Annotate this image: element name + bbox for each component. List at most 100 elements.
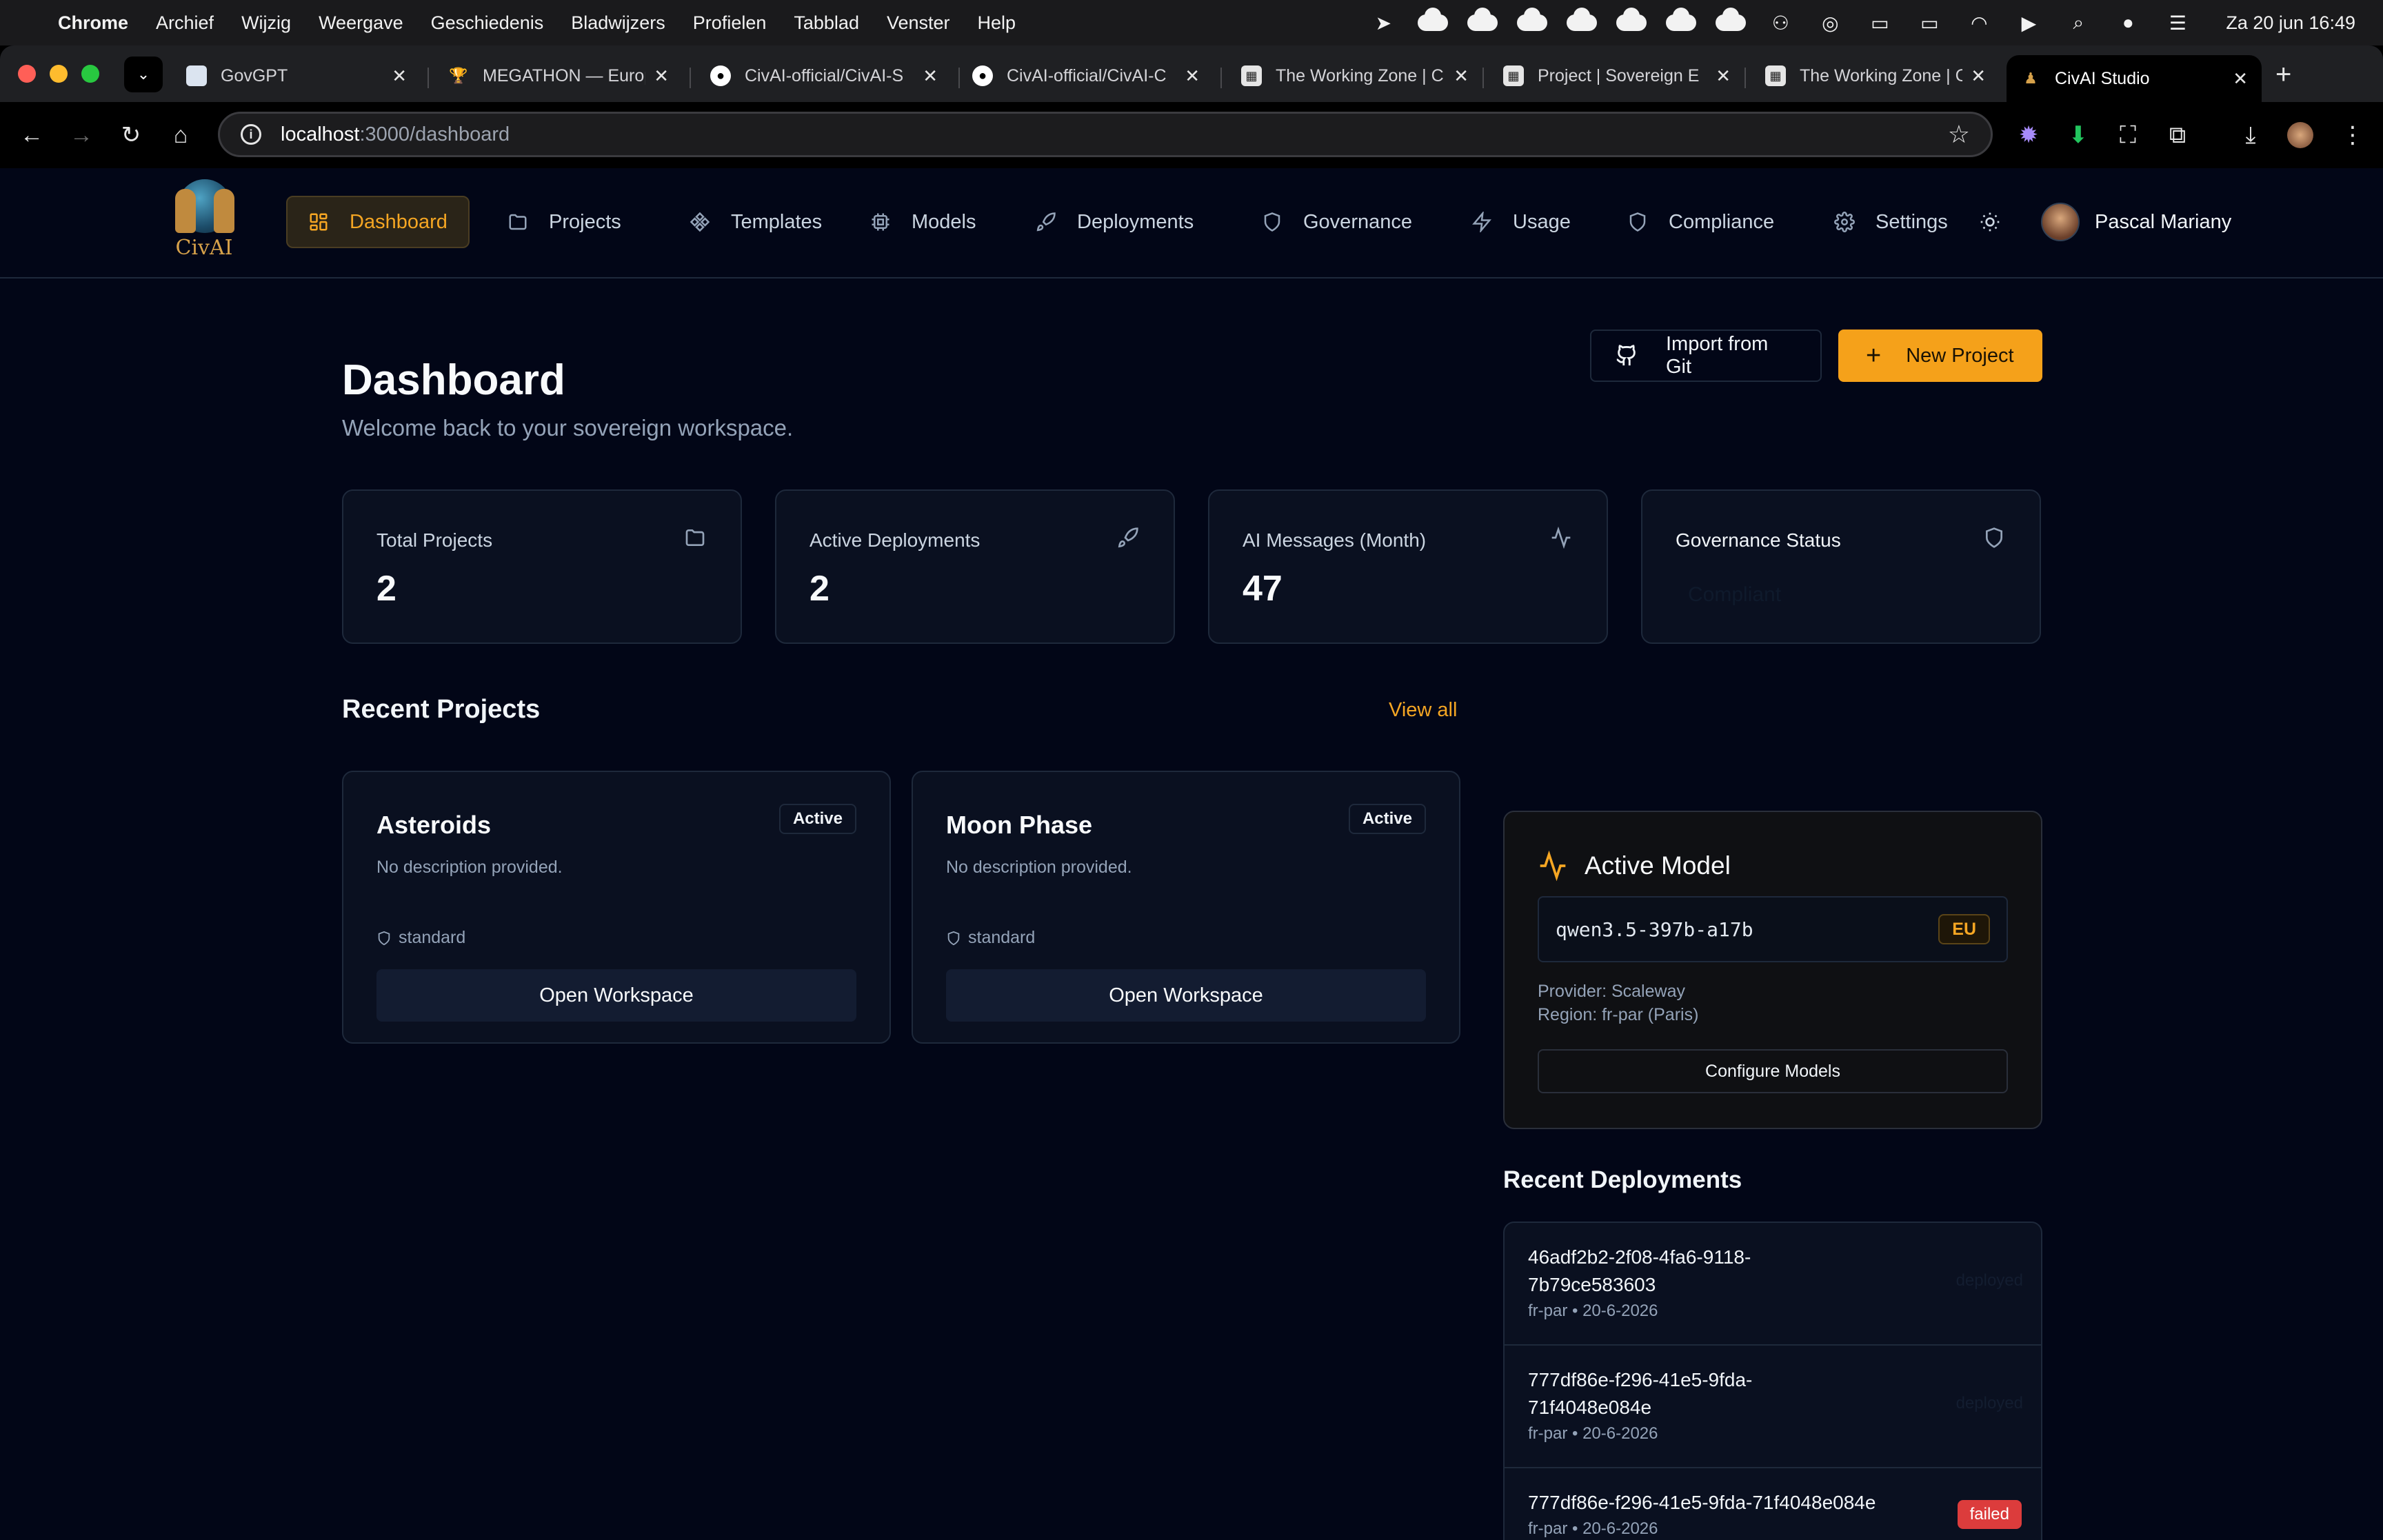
browser-tab[interactable]: ▦ The Working Zone | C ✕ xyxy=(1751,55,2000,97)
cloud-icon[interactable] xyxy=(1567,8,1598,38)
failed-status-badge: failed xyxy=(1957,1500,2022,1529)
nav-item-compliance[interactable]: Compliance xyxy=(1607,196,1795,248)
templates-icon xyxy=(690,212,710,232)
import-from-git-button[interactable]: Import from Git xyxy=(1590,330,1822,382)
browser-tab-active[interactable]: ♟ CivAI Studio ✕ xyxy=(2007,55,2262,102)
menubar-item-profielen[interactable]: Profielen xyxy=(693,12,767,34)
extensions-puzzle-icon[interactable]: ⧉ xyxy=(2161,119,2194,152)
status-badge: Active xyxy=(1348,804,1426,834)
reload-icon[interactable]: ↻ xyxy=(113,117,149,153)
extension-gear-icon[interactable]: ✹ xyxy=(2012,119,2045,152)
zoom-window-button[interactable] xyxy=(81,65,99,83)
nav-item-governance[interactable]: Governance xyxy=(1241,196,1433,248)
active-model-card: Active Model qwen3.5-397b-a17b EU Provid… xyxy=(1503,811,2042,1129)
nav-item-templates[interactable]: Templates xyxy=(669,196,843,248)
theme-toggle-sun-icon[interactable] xyxy=(1976,208,2004,236)
menubar-app-name[interactable]: Chrome xyxy=(58,12,128,34)
nav-item-dashboard[interactable]: Dashboard xyxy=(286,196,470,248)
project-name[interactable]: Moon Phase xyxy=(946,811,1092,840)
close-tab-icon[interactable]: ✕ xyxy=(1454,65,1469,87)
spotlight-search-icon[interactable]: ⌕ xyxy=(2063,8,2093,38)
civai-logo[interactable]: CivAI xyxy=(168,175,240,265)
configure-models-button[interactable]: Configure Models xyxy=(1538,1049,2008,1093)
menubar-item-help[interactable]: Help xyxy=(978,12,1016,34)
shield-icon xyxy=(376,931,392,946)
site-info-icon[interactable]: i xyxy=(241,124,261,145)
browser-tab[interactable]: ● CivAI-official/CivAI-S ✕ xyxy=(696,55,952,97)
menubar-item-wijzig[interactable]: Wijzig xyxy=(241,12,291,34)
cloud-icon[interactable] xyxy=(1467,8,1498,38)
open-workspace-button[interactable]: Open Workspace xyxy=(946,969,1426,1022)
tab-search-chevron-icon[interactable]: ⌄ xyxy=(124,57,163,92)
profile-avatar[interactable] xyxy=(2284,119,2317,152)
display-icon[interactable]: ▭ xyxy=(1864,8,1895,38)
tab-divider xyxy=(1220,68,1222,88)
close-tab-icon[interactable]: ✕ xyxy=(1971,65,1986,87)
close-tab-icon[interactable]: ✕ xyxy=(2233,68,2248,90)
family-sharing-icon[interactable]: ⚇ xyxy=(1765,8,1796,38)
minimize-window-button[interactable] xyxy=(50,65,68,83)
nav-label: Compliance xyxy=(1669,210,1775,233)
browser-tab[interactable]: 🏆 MEGATHON — Europ ✕ xyxy=(434,55,683,97)
close-tab-icon[interactable]: ✕ xyxy=(1185,65,1200,87)
cloud-icon[interactable] xyxy=(1418,8,1449,38)
project-name[interactable]: Asteroids xyxy=(376,811,491,840)
wifi-icon[interactable]: ◠ xyxy=(1964,8,1994,38)
cloud-icon[interactable] xyxy=(1517,8,1548,38)
nav-item-projects[interactable]: Projects xyxy=(487,196,642,248)
view-all-link[interactable]: View all xyxy=(1389,699,1457,722)
nav-item-settings[interactable]: Settings xyxy=(1813,196,1969,248)
browser-menu-icon[interactable]: ⋮ xyxy=(2336,119,2369,152)
siri-icon[interactable]: ● xyxy=(2113,8,2143,38)
browser-window: ⌄ GovGPT ✕ 🏆 MEGATHON — Europ ✕ ● CivAI-… xyxy=(0,45,2383,1540)
deployment-row[interactable]: 46adf2b2-2f08-4fa6-9118- 7b79ce583603 fr-… xyxy=(1505,1223,2041,1346)
forward-arrow-icon[interactable]: → xyxy=(63,117,99,153)
nav-item-deployments[interactable]: Deployments xyxy=(1015,196,1214,248)
civai-app: CivAI Dashboard Projects Templates Model… xyxy=(0,168,2383,1540)
open-workspace-button[interactable]: Open Workspace xyxy=(376,969,856,1022)
nav-item-usage[interactable]: Usage xyxy=(1451,196,1591,248)
screenshot-icon[interactable]: ⛶ xyxy=(2111,119,2144,152)
menubar-item-geschiedenis[interactable]: Geschiedenis xyxy=(431,12,544,34)
zap-icon xyxy=(1471,212,1492,232)
new-project-button[interactable]: + New Project xyxy=(1838,330,2042,382)
menubar-item-archief[interactable]: Archief xyxy=(156,12,214,34)
browser-tab[interactable]: ● CivAI-official/CivAI-C ✕ xyxy=(958,55,1214,97)
downloads-icon[interactable]: ⤓ xyxy=(2234,119,2267,152)
menubar-clock[interactable]: Za 20 jun 16:49 xyxy=(2226,12,2355,34)
battery-icon[interactable]: ▭ xyxy=(1914,8,1944,38)
model-name: qwen3.5-397b-a17b xyxy=(1556,918,1753,941)
close-tab-icon[interactable]: ✕ xyxy=(923,65,938,87)
browser-tab[interactable]: ▦ The Working Zone | C ✕ xyxy=(1227,55,1482,97)
creative-cloud-icon[interactable]: ◎ xyxy=(1815,8,1845,38)
menubar-item-bladwijzers[interactable]: Bladwijzers xyxy=(571,12,665,34)
deployment-row[interactable]: 777df86e-f296-41e5-9fda-71f4048e084e fr-… xyxy=(1505,1346,2041,1468)
menubar-item-venster[interactable]: Venster xyxy=(887,12,950,34)
extension-download-arrow-icon[interactable]: ⬇ xyxy=(2062,119,2095,152)
nav-item-models[interactable]: Models xyxy=(849,196,997,248)
cloud-icon[interactable] xyxy=(1666,8,1697,38)
browser-tab[interactable]: ▦ Project | Sovereign E ✕ xyxy=(1489,55,1744,97)
close-tab-icon[interactable]: ✕ xyxy=(392,65,407,87)
project-card: Asteroids Active No description provided… xyxy=(342,771,891,1044)
menubar-item-weergave[interactable]: Weergave xyxy=(319,12,403,34)
browser-tab[interactable]: GovGPT ✕ xyxy=(172,55,421,97)
logo-text: CivAI xyxy=(175,236,233,260)
play-circle-icon[interactable]: ▶ xyxy=(2013,8,2044,38)
close-tab-icon[interactable]: ✕ xyxy=(1716,65,1731,87)
new-tab-icon[interactable]: + xyxy=(2275,59,2291,90)
cloud-icon[interactable] xyxy=(1616,8,1647,38)
cloud-icon[interactable] xyxy=(1716,8,1747,38)
navigation-status-icon[interactable]: ➤ xyxy=(1368,8,1398,38)
tab-strip: ⌄ GovGPT ✕ 🏆 MEGATHON — Europ ✕ ● CivAI-… xyxy=(0,45,2383,102)
close-tab-icon[interactable]: ✕ xyxy=(654,65,669,87)
back-arrow-icon[interactable]: ← xyxy=(14,117,50,153)
deployment-row[interactable]: 777df86e-f296-41e5-9fda-71f4048e084e fr-… xyxy=(1505,1468,2041,1540)
bookmark-star-icon[interactable]: ☆ xyxy=(1948,120,1970,149)
close-window-button[interactable] xyxy=(18,65,36,83)
address-bar[interactable]: i localhost:3000/dashboard ☆ xyxy=(218,112,1993,157)
control-center-icon[interactable]: ☰ xyxy=(2162,8,2193,38)
home-icon[interactable]: ⌂ xyxy=(163,117,199,153)
menubar-item-tabblad[interactable]: Tabblad xyxy=(794,12,859,34)
user-menu[interactable]: Pascal Mariany xyxy=(2041,203,2231,241)
